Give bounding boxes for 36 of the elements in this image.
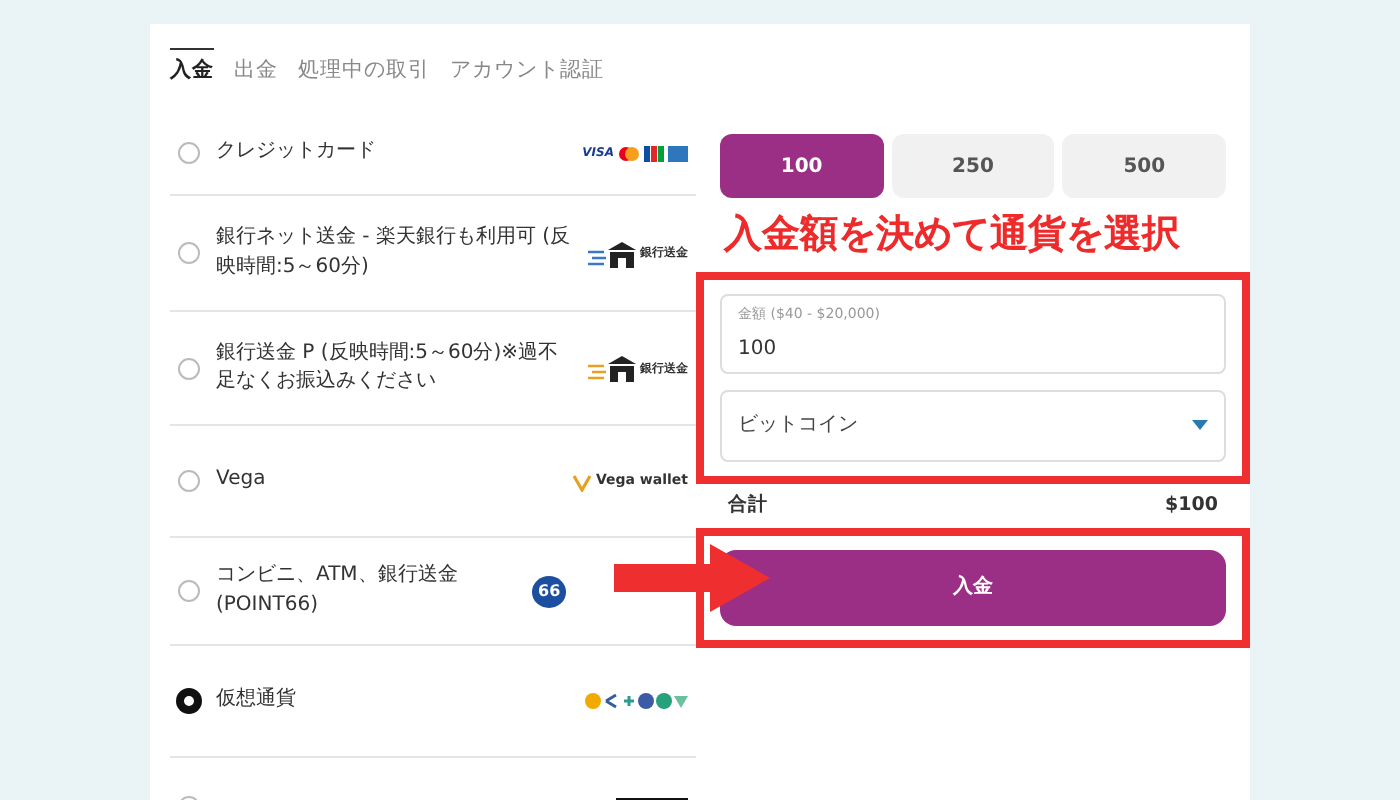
radio-button[interactable] xyxy=(178,142,200,164)
tab[interactable]: 処理中の取引 xyxy=(298,48,430,94)
option-label: コンビニ、ATM、銀行送金 (POINT66) xyxy=(216,562,460,619)
option-label: 仮想通貨 xyxy=(216,686,298,715)
option-label: クレジットカード xyxy=(216,138,378,167)
radio-button[interactable] xyxy=(178,470,200,492)
deposit-button[interactable]: 入金 xyxy=(720,549,1226,626)
logo-text: 66 xyxy=(532,575,567,607)
amount-button[interactable]: 100 xyxy=(720,134,884,198)
card-logo-icon xyxy=(668,145,688,161)
total-label: 合計 xyxy=(728,491,768,519)
tab[interactable]: 入金 xyxy=(170,48,214,94)
currency-select[interactable]: ビットコイン xyxy=(720,389,1226,461)
amount-button[interactable]: 500 xyxy=(1062,134,1226,198)
vega-icon xyxy=(571,471,592,491)
option-label: 銀行ネット送金 - 楽天銀行も利用可 (反映時間:5～60分) xyxy=(216,224,572,281)
field-value: 100 xyxy=(738,335,779,363)
option-label: 銀行送金 P (反映時間:5～60分)※過不足なくお振込みください xyxy=(216,339,561,396)
caret-icon xyxy=(1192,420,1208,430)
total-value: $100 xyxy=(1165,491,1218,519)
annotation-text: 入金額を決めて通貨を選択 xyxy=(724,214,1180,256)
amount-button[interactable]: 250 xyxy=(891,134,1055,198)
crypto-icons xyxy=(584,692,688,710)
tab[interactable]: 出金 xyxy=(234,48,278,94)
card-logo-icon xyxy=(644,145,664,161)
radio-button[interactable] xyxy=(178,690,200,712)
payment-option[interactable]: 仮想通貨 xyxy=(170,646,696,758)
option-label: Vega xyxy=(216,466,268,495)
select-value: ビットコイン xyxy=(738,412,858,440)
tab[interactable]: アカウント認証 xyxy=(450,48,604,94)
radio-button[interactable] xyxy=(178,580,200,602)
card-logo-icon xyxy=(618,145,640,161)
bank-icon xyxy=(588,354,636,382)
radio-button[interactable] xyxy=(178,242,200,264)
bank-icon xyxy=(588,239,636,267)
radio-button[interactable] xyxy=(178,357,200,379)
